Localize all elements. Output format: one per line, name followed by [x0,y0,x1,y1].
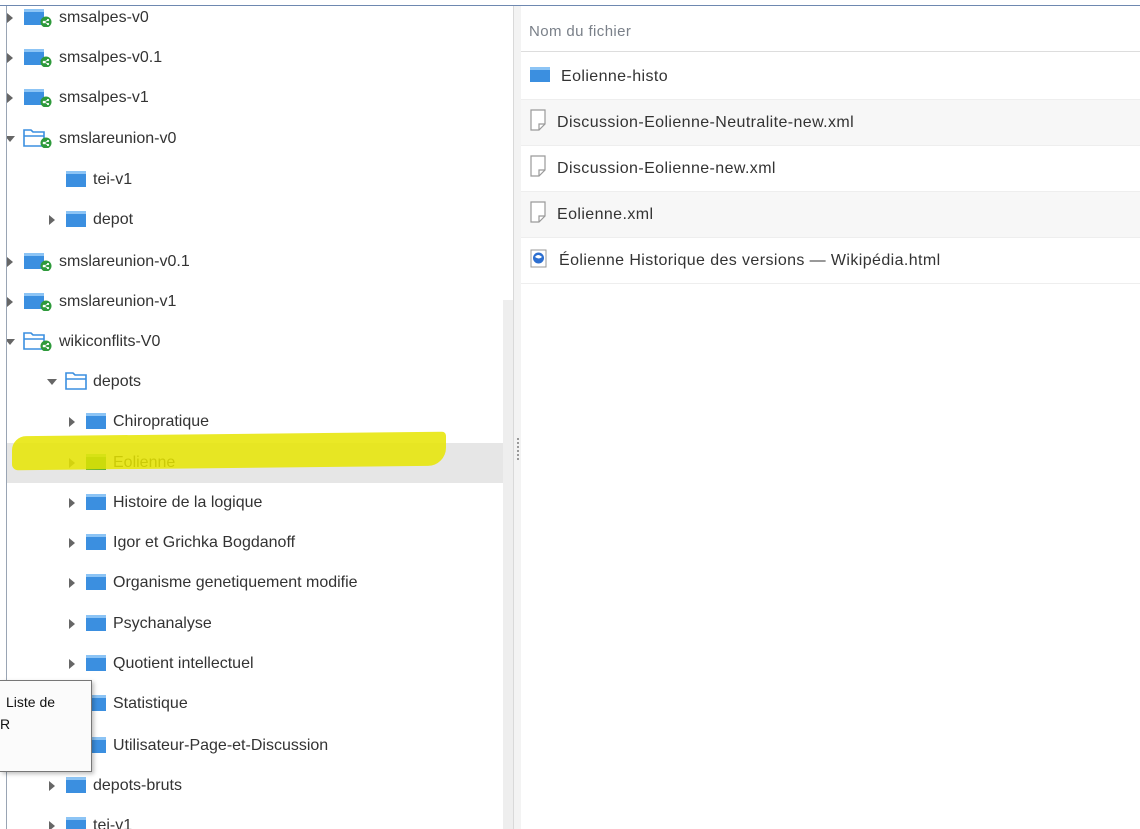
file-row[interactable]: Eolienne-histo [521,54,1140,100]
tree-item[interactable]: smslareunion-v1 [7,282,513,322]
collapsed-arrow-icon[interactable] [7,256,15,268]
collapsed-arrow-icon[interactable] [67,416,77,428]
tree-item[interactable]: smslareunion-v0.1 [7,242,513,282]
expanded-arrow-icon[interactable] [7,133,15,145]
tree-item[interactable]: depots [7,362,513,402]
shared-folder-open-icon [23,126,53,153]
yellow-highlight-mark [12,431,446,471]
collapsed-arrow-icon[interactable] [67,537,77,549]
collapsed-arrow-icon[interactable] [47,214,57,226]
collapsed-arrow-icon[interactable] [67,658,77,670]
collapsed-arrow-icon[interactable] [67,577,77,589]
collapsed-arrow-icon[interactable] [67,618,77,630]
tree-item[interactable]: depot [7,200,513,240]
tree-item-label: Psychanalyse [113,615,212,632]
shared-folder-icon [23,249,53,276]
tree-item-label: Organisme genetiquement modifie [113,574,358,591]
tree-item[interactable]: Psychanalyse [7,604,513,644]
tree-item[interactable]: tei-v1 [7,806,513,829]
tooltip-line-1: Liste de [6,694,56,710]
tree-item[interactable]: smsalpes-v1 [7,78,513,118]
folder-icon [85,611,107,638]
file-list-pane: Nom du fichier Eolienne-histo Discussion-… [521,6,1140,829]
tree-item[interactable]: Histoire de la logique [7,483,513,523]
tree-item-label: smsalpes-v1 [59,89,149,106]
file-name-column-header[interactable]: Nom du fichier [521,12,1140,52]
shared-folder-icon [23,289,53,316]
file-name: Discussion-Eolienne-new.xml [557,159,776,177]
file-row[interactable]: Discussion-Eolienne-Neutralite-new.xml [521,100,1140,146]
file-icon [529,201,547,228]
folder-icon [85,490,107,517]
tree-item-label: depot [93,211,134,228]
tree-item-label: smslareunion-v0.1 [59,253,190,270]
file-row[interactable]: Eolienne.xml [521,192,1140,238]
shared-folder-icon [23,85,53,112]
window-top-border [0,0,1140,6]
folder-open-icon [65,369,87,396]
tree-item-label: Histoire de la logique [113,494,263,511]
file-name: Discussion-Eolienne-Neutralite-new.xml [557,113,855,131]
tree-item-label: depots-bruts [93,777,182,794]
expanded-arrow-icon[interactable] [7,336,15,348]
tree-item-label: smsalpes-v0 [59,9,149,26]
tree-item-label: smslareunion-v0 [59,130,177,147]
collapsed-arrow-icon[interactable] [47,820,57,829]
tree-item-label: smslareunion-v1 [59,293,177,310]
tree-item[interactable]: Organisme genetiquement modifie [7,563,513,603]
tree-scrollbar[interactable] [503,300,513,829]
collapsed-arrow-icon[interactable] [7,296,15,308]
file-name: Eolienne-histo [561,67,668,85]
tooltip-popup: Liste de R [0,680,92,772]
tree-item-label: wikiconflits-V0 [59,333,161,350]
collapsed-arrow-icon[interactable] [47,780,57,792]
tree-item[interactable]: smsalpes-v0.1 [7,38,513,78]
tree-item[interactable]: depots-bruts [7,766,513,806]
file-icon [529,109,547,136]
tree-item-label: Utilisateur-Page-et-Discussion [113,737,329,754]
folder-icon [65,813,87,829]
collapsed-arrow-icon[interactable] [7,52,15,64]
tree-item[interactable]: smslareunion-v0 [7,119,513,159]
tree-item[interactable]: Quotient intellectuel [7,644,513,684]
expanded-arrow-icon[interactable] [47,376,57,388]
tree-item[interactable]: Igor et Grichka Bogdanoff [7,523,513,563]
tree-item[interactable]: tei-v1 [7,160,513,200]
collapsed-arrow-icon[interactable] [7,12,15,24]
folder-icon [85,570,107,597]
tree-item-label: Chiropratique [113,413,210,430]
file-name: Eolienne.xml [557,205,654,223]
shared-folder-icon [23,6,53,32]
file-icon [529,155,547,182]
shared-folder-open-icon [23,329,53,356]
folder-icon [85,409,107,436]
tree-item[interactable]: wikiconflits-V0 [7,322,513,362]
folder-icon [65,167,87,194]
html-file-icon [529,248,549,273]
tree-item-label: Statistique [113,695,188,712]
tooltip-line-2: R [0,716,11,732]
folder-icon [65,773,87,800]
tree-item-label: Igor et Grichka Bogdanoff [113,534,296,551]
folder-icon [529,65,551,88]
tree-item-label: smsalpes-v0.1 [59,49,163,66]
tree-item-label: Quotient intellectuel [113,655,254,672]
tree-item-label: depots [93,373,142,390]
collapsed-arrow-icon[interactable] [7,92,15,104]
folder-icon [85,651,107,678]
file-row[interactable]: Discussion-Eolienne-new.xml [521,146,1140,192]
file-row[interactable]: Éolienne Historique des versions — Wikip… [521,238,1140,284]
folder-icon [65,207,87,234]
collapsed-arrow-icon[interactable] [67,497,77,509]
file-name: Éolienne Historique des versions — Wikip… [559,251,941,269]
folder-icon [85,530,107,557]
tree-item[interactable]: smsalpes-v0 [7,6,513,38]
tree-item-label: tei-v1 [93,817,133,829]
tree-item-label: tei-v1 [93,171,133,188]
splitter-grip[interactable] [517,438,519,460]
shared-folder-icon [23,45,53,72]
